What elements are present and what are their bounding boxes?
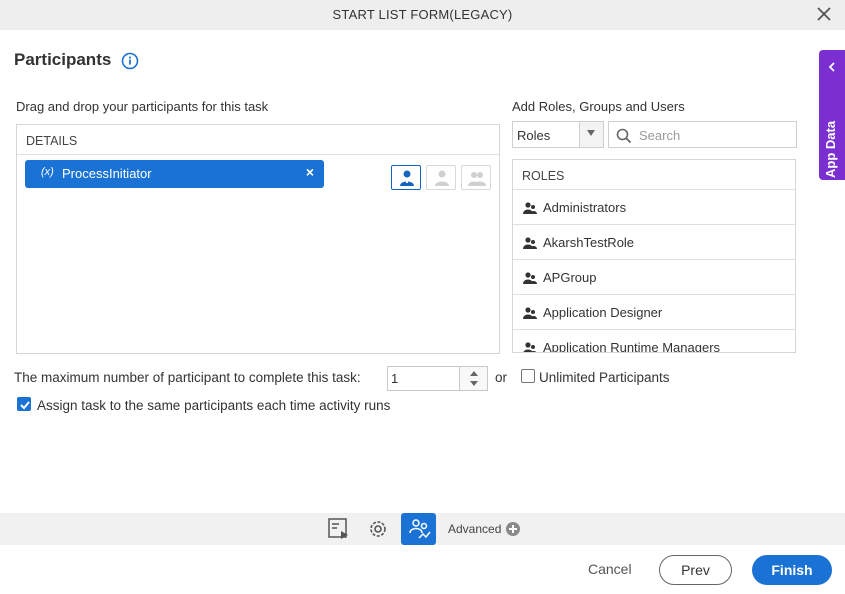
- participants-button[interactable]: [401, 513, 436, 545]
- role-item[interactable]: Administrators: [513, 190, 795, 225]
- role-item[interactable]: Application Designer: [513, 295, 795, 330]
- app-data-tab[interactable]: App Data: [819, 50, 845, 180]
- group-type-button[interactable]: [461, 165, 491, 190]
- role-icon: [523, 307, 537, 319]
- unlimited-participants-checkbox[interactable]: [521, 369, 535, 383]
- max-participants-label: The maximum number of participant to com…: [14, 370, 361, 385]
- search-icon: [616, 128, 632, 144]
- group-icon: [468, 172, 486, 186]
- role-label: Application Designer: [543, 305, 663, 320]
- plus-circle-icon[interactable]: [506, 522, 520, 536]
- role-label: Application Runtime Managers: [543, 340, 721, 353]
- cancel-button[interactable]: Cancel: [588, 561, 632, 577]
- role-type-button[interactable]: [426, 165, 456, 190]
- role-label: APGroup: [543, 270, 597, 285]
- prev-button[interactable]: Prev: [659, 555, 732, 585]
- dialog-title: START LIST FORM(LEGACY): [332, 7, 513, 22]
- details-header: DETAILS: [17, 125, 499, 155]
- add-panel-label: Add Roles, Groups and Users: [512, 99, 685, 114]
- participant-chip[interactable]: (x) ProcessInitiator ×: [25, 160, 324, 188]
- role-icon: [435, 170, 449, 186]
- participant-name: ProcessInitiator: [62, 166, 152, 181]
- role-label: AkarshTestRole: [543, 235, 635, 250]
- title-bar: START LIST FORM(LEGACY): [0, 0, 845, 30]
- page-title: Participants: [14, 50, 112, 69]
- search-input[interactable]: [639, 126, 789, 144]
- participants-drop-zone[interactable]: DETAILS (x) ProcessInitiator ×: [16, 124, 500, 354]
- app-data-label: App Data: [823, 120, 838, 178]
- assign-same-participants-label: Assign task to the same participants eac…: [37, 398, 391, 413]
- participants-icon: [409, 519, 431, 539]
- role-item[interactable]: Application Runtime Managers: [513, 330, 795, 353]
- role-icon: [523, 342, 537, 352]
- dialog: START LIST FORM(LEGACY) Participants App…: [0, 0, 845, 594]
- role-icon: [523, 272, 537, 284]
- unlimited-participants-label: Unlimited Participants: [539, 370, 670, 385]
- finish-button[interactable]: Finish: [752, 555, 832, 585]
- role-label: Administrators: [543, 200, 627, 215]
- assign-same-participants-checkbox[interactable]: [17, 397, 31, 411]
- role-icon: [523, 237, 537, 249]
- dropdown-arrow-icon[interactable]: [579, 122, 603, 147]
- form-preview-icon: [328, 518, 348, 539]
- roles-list: ROLES Administrators AkarshTestRole APGrou…: [512, 159, 796, 353]
- settings-button[interactable]: [363, 514, 393, 544]
- gear-icon: [370, 521, 386, 537]
- details-instruction: Drag and drop your participants for this…: [16, 99, 269, 114]
- max-participants-stepper: [387, 366, 488, 391]
- bottom-toolbar: Advanced: [0, 513, 845, 545]
- user-icon: [400, 170, 414, 186]
- checkmark-icon: [20, 401, 30, 410]
- info-icon[interactable]: [121, 52, 139, 70]
- search-box: [608, 121, 797, 148]
- role-icon: [523, 202, 537, 214]
- decrement-icon[interactable]: [470, 381, 478, 386]
- increment-icon[interactable]: [470, 371, 478, 376]
- chevron-left-icon: [828, 62, 835, 72]
- role-item[interactable]: APGroup: [513, 260, 795, 295]
- roles-header: ROLES: [513, 160, 795, 190]
- participant-type-value: Roles: [517, 128, 551, 143]
- close-icon[interactable]: [815, 5, 833, 23]
- advanced-link[interactable]: Advanced: [448, 522, 501, 536]
- form-preview-button[interactable]: [324, 514, 354, 544]
- participant-type-select[interactable]: Roles: [512, 121, 604, 148]
- stepper-buttons: [459, 367, 487, 390]
- role-item[interactable]: AkarshTestRole: [513, 225, 795, 260]
- remove-participant-icon[interactable]: ×: [306, 164, 314, 180]
- or-text: or: [495, 370, 508, 385]
- max-participants-input[interactable]: [391, 370, 459, 387]
- user-type-button[interactable]: [391, 165, 421, 190]
- variable-icon: (x): [41, 166, 54, 178]
